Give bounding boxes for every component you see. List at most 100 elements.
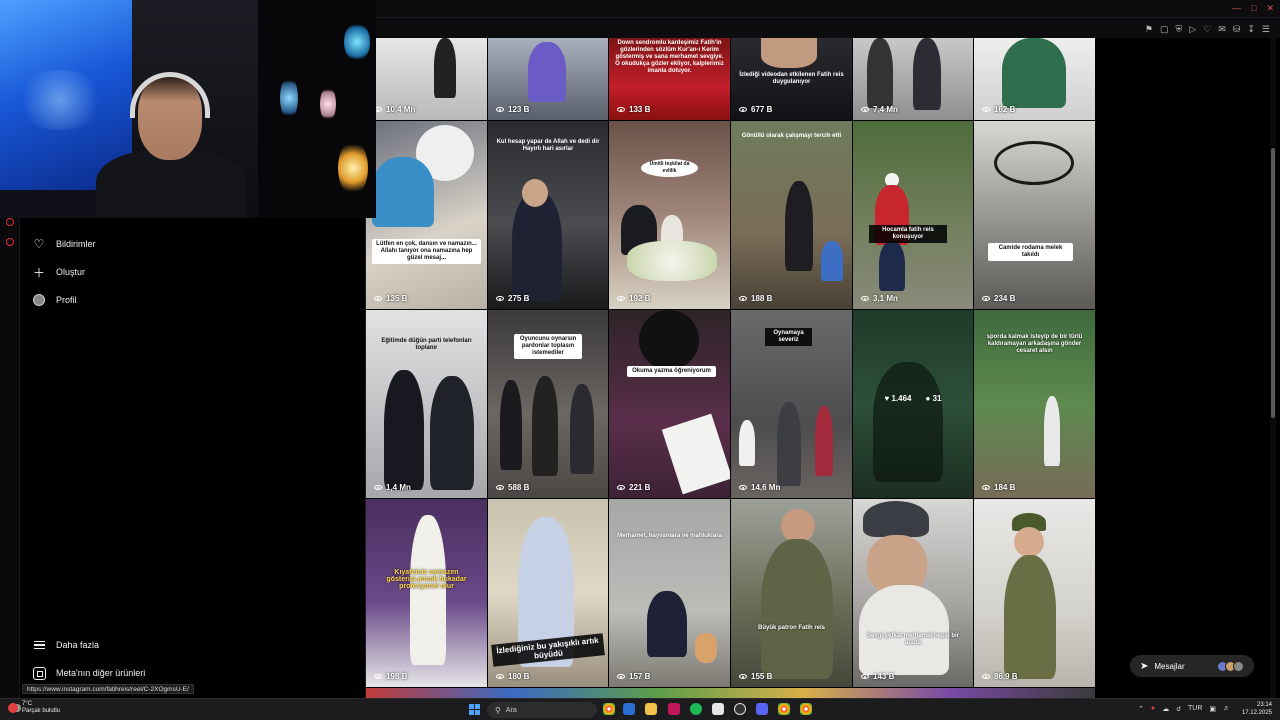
view-count: 1,4 Mn (374, 483, 411, 492)
discord-icon[interactable] (756, 703, 768, 715)
sidebar-item-profile[interactable]: Profil (32, 293, 77, 307)
eye-icon (982, 296, 990, 301)
square-icon[interactable]: ▢ (1160, 24, 1169, 35)
reel-tile[interactable]: İzlediğiniz bu yakışıklı artık büyüdü 18… (488, 499, 608, 687)
reel-tile[interactable]: Hocamla fatih reis konuşuyor 3,1 Mn (853, 121, 973, 309)
view-count: 133 B (617, 105, 650, 114)
weather-desc: Parçalı bulutlu (22, 708, 61, 714)
view-count: 14,6 Mn (739, 483, 780, 492)
shield-icon[interactable]: ⛨ (1176, 24, 1183, 35)
sidebar-item-notifications[interactable]: ♡ Bildirimler (32, 237, 96, 251)
chrome-icon[interactable] (800, 703, 812, 715)
volume-icon[interactable]: ♬ (1223, 705, 1230, 713)
scrollbar-thumb[interactable] (1271, 148, 1275, 418)
reel-tile[interactable]: 86,9 B (974, 499, 1095, 687)
reel-tile[interactable]: Merhamet, hayvanlara ve mahluklara 157 B (609, 499, 730, 687)
sidebar-item-label: Profil (56, 295, 77, 305)
opera-icon[interactable] (668, 703, 680, 715)
reel-tile[interactable]: Okuma yazma öğreniyorum 221 B (609, 310, 730, 498)
sidebar-item-label: Meta'nın diğer ürünleri (56, 668, 146, 678)
reel-caption: Ümitli teşkilat da evlilik (641, 159, 698, 177)
reel-tile[interactable]: 7,4 Mn (853, 38, 973, 120)
chrome-icon[interactable] (603, 703, 615, 715)
hover-stats: ♥ 1.464 ● 31 (853, 394, 973, 403)
download-icon[interactable]: ↧ (1247, 24, 1255, 35)
accent-dot-icon (6, 218, 14, 226)
view-count: 10,4 Mn (374, 105, 415, 114)
notepad-icon[interactable] (712, 703, 724, 715)
taskbar: 7°C Parçalı bulutlu ⚲ Ara ⌃ ● ☁ ☌ TUR ▣ … (0, 698, 1280, 720)
reel-tile[interactable]: Sevgi şefkat merhamet hepsi bir arada 14… (853, 499, 973, 687)
reel-tile[interactable]: 123 B (488, 38, 608, 120)
spotify-icon[interactable] (690, 703, 702, 715)
meta-icon (32, 666, 46, 680)
reel-tile[interactable]: 162 B (974, 38, 1095, 120)
reel-tile[interactable]: Gönüllü olarak çalışmayı tercih etti 188… (731, 121, 852, 309)
weather-temp: 7°C (22, 701, 33, 707)
reel-tile[interactable]: Kıyafetsiz semazen gösterisi,ancak bukad… (366, 499, 487, 687)
reel-tile[interactable]: sporda kalmak isteyip de bir türlü kaldı… (974, 310, 1095, 498)
reel-caption: Lütfen en çok, dansın ve namazın... Alla… (372, 239, 481, 264)
chevron-up-icon[interactable]: ⌃ (1138, 705, 1144, 713)
reel-tile[interactable]: Oynamaya severiz 14,6 Mn (731, 310, 852, 498)
reel-caption: Gönüllü olarak çalışmayı tercih etti (741, 133, 842, 139)
obs-icon[interactable] (734, 703, 746, 715)
reel-tile[interactable]: İzlediği videodan etkilenen Fatih reis d… (731, 38, 852, 120)
menu-icon[interactable]: ☰ (1262, 24, 1270, 35)
reel-tile[interactable]: ♥ 1.464 ● 31 (853, 310, 973, 498)
minimize-icon[interactable]: — (1232, 3, 1241, 14)
clock[interactable]: 23:14 17.12.2025 (1242, 701, 1272, 717)
eye-icon (861, 296, 869, 301)
reel-tile[interactable]: Camide rodama melek takıldı 234 B (974, 121, 1095, 309)
chrome-icon[interactable] (778, 703, 790, 715)
reel-tile[interactable]: Lütfen en çok, dansın ve namazın... Alla… (366, 121, 487, 309)
reel-tile[interactable]: 10,4 Mn (366, 38, 487, 120)
reel-tile[interactable]: Eğitimde düğün parti telefonları toplanı… (366, 310, 487, 498)
play-icon[interactable]: ▷ (1189, 24, 1196, 35)
eye-icon (617, 296, 625, 301)
lock-icon[interactable]: ⛁ (1233, 24, 1241, 35)
eye-icon (374, 296, 382, 301)
messages-button[interactable]: ➤ Mesajlar (1130, 655, 1254, 677)
sidebar-item-more[interactable]: Daha fazla (32, 638, 99, 652)
app-tray-icon[interactable]: ● (1151, 705, 1155, 713)
clock-time: 23:14 (1256, 702, 1272, 708)
reel-caption: Hocamla fatih reis konuşuyor (869, 225, 947, 243)
pin-icon[interactable]: ⚑ (1145, 24, 1153, 35)
reel-row-partial[interactable] (366, 688, 1095, 698)
view-count: 188 B (739, 294, 772, 303)
close-icon[interactable]: ✕ (1266, 3, 1274, 14)
weather-widget[interactable]: 7°C Parçalı bulutlu (8, 701, 60, 715)
reel-tile[interactable]: Oyuncunu oynarsın pardonlar toplasın ist… (488, 310, 608, 498)
taskbar-search[interactable]: ⚲ Ara (487, 702, 597, 718)
reel-tile[interactable]: Ümitli teşkilat da evlilik 192 B (609, 121, 730, 309)
webcam-person-body (96, 150, 246, 218)
chat-icon[interactable]: ✉ (1218, 24, 1226, 35)
view-count: 180 B (496, 672, 529, 681)
maximize-icon[interactable]: □ (1251, 3, 1256, 14)
eye-icon (739, 296, 747, 301)
microphone-icon[interactable]: ☌ (1176, 705, 1181, 713)
sidebar-item-meta-products[interactable]: Meta'nın diğer ürünleri (32, 666, 145, 680)
eye-icon (861, 107, 869, 112)
start-button[interactable] (469, 704, 480, 715)
eye-icon (617, 674, 625, 679)
reel-tile[interactable]: Down sendromlu kardeşimiz Fatih'in gözle… (609, 38, 730, 120)
reel-caption: İzlediği videodan etkilenen Fatih reis d… (739, 72, 844, 85)
reel-tile[interactable]: Kul hesap yapar de Allah ve dedi dir Hay… (488, 121, 608, 309)
system-tray: ⌃ ● ☁ ☌ TUR ▣ ♬ (1138, 705, 1230, 713)
sidebar-item-create[interactable]: ＋ Oluştur (32, 265, 85, 280)
sidebar-item-label: Bildirimler (56, 239, 96, 249)
steam-icon[interactable] (623, 703, 635, 715)
monitor-icon[interactable]: ▣ (1209, 705, 1216, 713)
folder-icon[interactable] (645, 703, 657, 715)
network-icon[interactable]: ☁ (1162, 705, 1169, 713)
reel-tile[interactable]: Büyük patron Fatih reis 155 B (731, 499, 852, 687)
accent-dot-icon (6, 238, 14, 246)
language-indicator[interactable]: TUR (1188, 705, 1202, 713)
heart-icon[interactable]: ♡ (1203, 24, 1211, 35)
sidebar-item-label: Daha fazla (56, 640, 100, 650)
view-count: 7,4 Mn (861, 105, 898, 114)
page-scrollbar[interactable] (1270, 38, 1276, 698)
view-count: 184 B (982, 483, 1015, 492)
